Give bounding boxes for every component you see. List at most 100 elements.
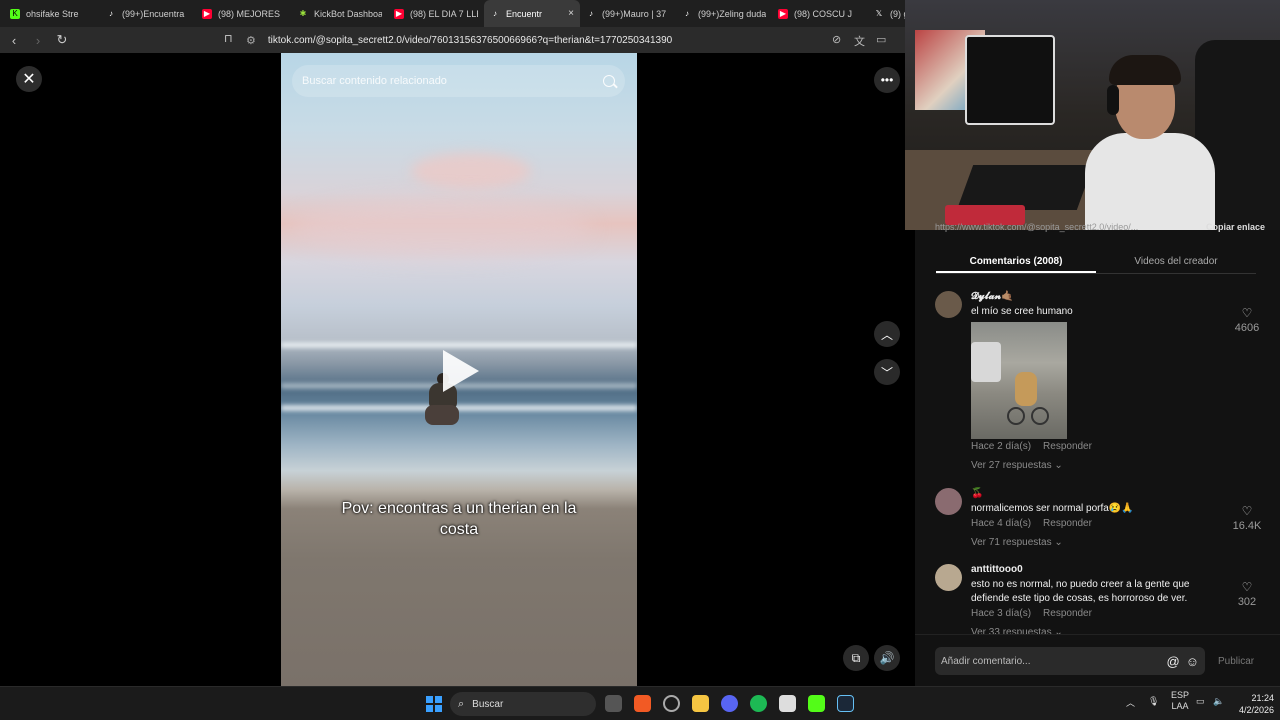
windows-start-icon[interactable] (426, 696, 442, 712)
chevron-up-icon: ︿ (880, 327, 893, 342)
view-replies-button[interactable]: Ver 27 respuestas ⌄ (971, 460, 1226, 471)
back-icon[interactable]: ‹ (4, 30, 24, 50)
browser-tab[interactable]: ▶ (98) COSCU J (772, 0, 868, 27)
avatar[interactable] (935, 564, 962, 591)
heart-icon: ♡ (1241, 580, 1253, 594)
avatar[interactable] (935, 488, 962, 515)
tiktok-icon: ♪ (589, 8, 593, 18)
panel-tabs: Comentarios (2008) Videos del creador (936, 250, 1256, 274)
obs-icon[interactable] (779, 695, 796, 712)
browser-tab[interactable]: ✱ KickBot Dashboa (292, 0, 388, 27)
share-link-row: https://www.tiktok.com/@sopita_secrett2.… (935, 222, 1265, 238)
tray-chevron-icon[interactable]: ︿ (1126, 696, 1135, 709)
reply-button[interactable]: Responder (1043, 441, 1092, 452)
search-icon[interactable] (603, 75, 615, 87)
like-count: 16.4K (1232, 520, 1262, 532)
tab-comments[interactable]: Comentarios (2008) (936, 250, 1096, 273)
translate-icon[interactable]: 文 (854, 33, 865, 49)
tiktok-icon: ♪ (493, 8, 497, 18)
copy-link-button[interactable]: Copiar enlace (1206, 222, 1265, 238)
browser-tab[interactable]: ▶ (98) EL DIA 7 LLE (388, 0, 484, 27)
video-player[interactable]: Buscar contenido relacionado Pov: encont… (281, 53, 637, 686)
browser-tab[interactable]: Kohsifake Stre (4, 0, 100, 27)
kick-icon: K (10, 8, 20, 19)
kickbot-icon: ✱ (299, 8, 307, 18)
discord-icon[interactable] (721, 695, 738, 712)
browser-tab[interactable]: ♪ (99+)Mauro | 37 (580, 0, 676, 27)
site-info-icon[interactable]: ⚙ (246, 34, 256, 47)
spotify-icon[interactable] (750, 695, 767, 712)
tracking-off-icon[interactable]: ⊘ (832, 33, 841, 46)
reply-button[interactable]: Responder (1043, 518, 1092, 529)
heart-icon: ♡ (1241, 504, 1253, 518)
windows-taskbar: ⌕ Buscar ︿ 🎙 ESP LAA ▭ 🔈 21:24 4/2/2026 (0, 686, 1280, 720)
forward-icon[interactable]: › (28, 30, 48, 50)
reply-button[interactable]: Responder (1043, 608, 1092, 619)
youtube-icon: ▶ (394, 8, 404, 19)
taskbar-search[interactable]: ⌕ Buscar (450, 692, 596, 716)
pip-icon: ⧉ (851, 650, 861, 665)
cast-icon[interactable]: ▭ (876, 33, 886, 46)
heart-icon: ♡ (1241, 306, 1253, 320)
browser-tab-active[interactable]: ♪ Encuentr × (484, 0, 580, 27)
brave-icon[interactable] (634, 695, 651, 712)
comment-username[interactable]: 𝓓𝔂𝓵𝓪𝓷🤙🏽 (971, 291, 1226, 305)
tab-close-icon[interactable]: × (568, 8, 574, 19)
microphone-icon[interactable]: 🎙 (1148, 696, 1159, 707)
like-button[interactable]: ♡ 4606 (1229, 306, 1265, 334)
webcam-streamer (1085, 55, 1215, 230)
mention-icon[interactable]: @ (1167, 654, 1180, 669)
comment-time: Hace 2 día(s) (971, 441, 1032, 452)
comment-input[interactable]: Añadir comentario... @ ☺ (935, 647, 1205, 675)
next-video-button[interactable]: ﹀ (874, 359, 900, 385)
share-link-text: https://www.tiktok.com/@sopita_secrett2.… (935, 222, 1139, 232)
network-icon[interactable]: ▭ (1196, 696, 1205, 707)
taskbar-clock[interactable]: 21:24 4/2/2026 (1232, 692, 1274, 716)
view-replies-button[interactable]: Ver 71 respuestas ⌄ (971, 537, 1226, 548)
ellipsis-icon: ••• (880, 73, 894, 87)
bookmark-icon[interactable]: ⊓ (224, 32, 233, 45)
reload-icon[interactable]: ↻ (52, 30, 72, 50)
kick-icon[interactable] (808, 695, 825, 712)
comment-username[interactable]: 🍒 (971, 488, 1226, 502)
video-frame-wave (281, 342, 637, 348)
browser-tab[interactable]: ▶ (98) MEJORES (196, 0, 292, 27)
tiktok-icon: ♪ (109, 8, 113, 18)
search-icon: ⌕ (458, 697, 465, 710)
avatar[interactable] (935, 291, 962, 318)
comment-text: esto no es normal, no puedo creer a la g… (971, 579, 1190, 604)
like-button[interactable]: ♡ 302 (1229, 580, 1265, 608)
file-explorer-icon[interactable] (692, 695, 709, 712)
browser-tab[interactable]: ♪ (99+)Encuentra (100, 0, 196, 27)
floating-player-button[interactable]: ⧉ (843, 645, 869, 671)
more-options-button[interactable]: ••• (874, 67, 900, 93)
comments-panel: https://www.tiktok.com/@sopita_secrett2.… (915, 222, 1280, 686)
close-video-button[interactable]: ✕ (16, 66, 42, 92)
video-frame-cloud (291, 198, 591, 258)
task-view-icon[interactable] (605, 695, 622, 712)
chevron-down-icon: ﹀ (880, 365, 893, 380)
like-count: 4606 (1234, 322, 1260, 334)
like-count: 302 (1237, 596, 1257, 608)
url-text: tiktok.com/@sopita_secrett2.0/video/7601… (267, 34, 673, 46)
tab-creator-videos[interactable]: Videos del creador (1096, 250, 1256, 273)
browser-tab[interactable]: ♪ (99+)Zeling duda (676, 0, 772, 27)
comment-input-bar: Añadir comentario... @ ☺ Publicar (915, 634, 1280, 686)
comment-username[interactable]: anttittooo0 (971, 564, 1226, 578)
youtube-icon: ▶ (202, 8, 212, 19)
app-icon[interactable] (663, 695, 680, 712)
video-frame-wave (281, 405, 637, 411)
publish-button[interactable]: Publicar (1218, 656, 1254, 667)
related-search-input[interactable]: Buscar contenido relacionado (292, 65, 625, 97)
language-indicator[interactable]: ESP LAA (1171, 690, 1189, 712)
play-icon[interactable] (443, 350, 479, 392)
volume-button[interactable]: 🔊 (874, 645, 900, 671)
previous-video-button[interactable]: ︿ (874, 321, 900, 347)
emoji-icon[interactable]: ☺ (1186, 654, 1199, 669)
volume-tray-icon[interactable]: 🔈 (1213, 696, 1224, 707)
comment-image[interactable] (971, 322, 1067, 439)
steam-icon[interactable] (837, 695, 854, 712)
video-caption: Pov: encontras a un therian en la costa (341, 500, 577, 538)
comment-time: Hace 4 día(s) (971, 518, 1032, 529)
like-button[interactable]: ♡ 16.4K (1229, 504, 1265, 532)
